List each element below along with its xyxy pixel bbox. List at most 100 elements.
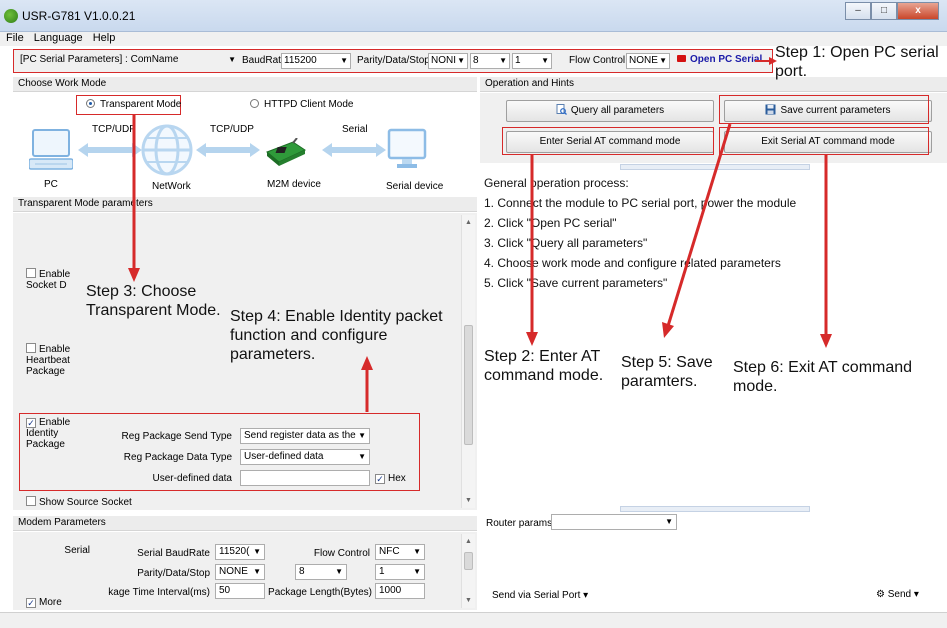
reg-data-type-select[interactable]: User-defined data ▼ (240, 449, 370, 465)
parity-select[interactable]: NONI ▼ (428, 53, 468, 69)
step6-text: Step 6: Exit AT command mode. (733, 359, 913, 395)
router-params-select[interactable]: ▼ (551, 514, 677, 530)
show-source-checkbox[interactable]: Show Source Socket (26, 496, 132, 508)
modem-baud-select[interactable]: 11520( ▼ (215, 544, 265, 560)
chevron-down-icon: ▼ (413, 547, 421, 556)
chevron-down-icon: ▼ (541, 56, 549, 65)
modem-parity-label: Parity/Data/Stop (137, 568, 210, 579)
hex-label: Hex (388, 473, 406, 484)
com-port-select[interactable]: [PC Serial Parameters] : ComName ▼ (18, 53, 238, 69)
tcp-udp-label-2: TCP/UDP (210, 124, 254, 135)
checkbox-icon (26, 343, 36, 353)
modem-baud-value: 11520( (219, 546, 250, 557)
menu-language[interactable]: Language (34, 32, 83, 44)
baud-value: 115200 (284, 55, 317, 66)
flow-value: NONE (629, 55, 658, 66)
checkbox-icon (26, 268, 36, 278)
modem-parity-value: NONE (219, 566, 248, 577)
menu-file[interactable]: File (6, 32, 24, 44)
data-bits-value: 8 (473, 55, 479, 66)
step4-text: Step 4: Enable Identity packet function … (230, 308, 443, 363)
minimize-button[interactable]: – (845, 2, 871, 20)
baud-label: BaudRate (242, 55, 287, 66)
send-button[interactable]: ⚙ Send ▾ (876, 589, 919, 600)
scrollbar-thumb[interactable] (464, 325, 473, 445)
hint-line: 1. Connect the module to PC serial port,… (484, 196, 797, 210)
close-button[interactable]: x (897, 2, 939, 20)
pc-serial-toolbar: [PC Serial Parameters] : ComName ▼ BaudR… (13, 49, 773, 73)
enable-heartbeat-checkbox[interactable]: Enable Heartbeat Package (26, 343, 86, 377)
com-port-label: [PC Serial Parameters] : ComName (20, 54, 179, 65)
chevron-down-icon: ▾ (913, 589, 919, 600)
modem-params-scrollbar[interactable]: ▲ ▼ (461, 534, 475, 608)
modem-parity-select[interactable]: NONE ▼ (215, 564, 265, 580)
save-button-highlight (719, 95, 929, 124)
transparent-params-scrollbar[interactable]: ▲ ▼ (461, 215, 475, 508)
modem-flow-label: Flow Control (313, 548, 370, 559)
send-icon: ⚙ (876, 589, 885, 600)
stop-bits-select[interactable]: 1 ▼ (512, 53, 552, 69)
double-arrow-icon (196, 143, 260, 157)
transparent-params-header: Transparent Mode parameters (13, 197, 477, 212)
hint-line: General operation process: (484, 176, 629, 190)
chevron-down-icon: ▼ (253, 567, 261, 576)
chevron-down-icon: ▼ (335, 567, 343, 576)
open-pc-serial-button[interactable]: Open PC Serial (677, 54, 762, 65)
splitter-handle[interactable] (620, 164, 810, 170)
send-via-label: Send via Serial Port (492, 590, 581, 601)
m2m-device-icon (266, 138, 307, 166)
enter-at-button-highlight (502, 127, 714, 155)
send-via-serial-dropdown[interactable]: Send via Serial Port ▾ (492, 590, 588, 601)
serial-device-label: Serial device (386, 181, 444, 192)
chevron-down-icon: ▼ (228, 55, 236, 64)
modem-params-header: Modem Parameters (13, 516, 477, 531)
enable-socket-checkbox[interactable]: Enable Socket D (26, 268, 86, 291)
hex-checkbox[interactable]: ✓ Hex (375, 473, 406, 484)
pc-icon (29, 129, 73, 170)
double-arrow-icon (322, 143, 386, 157)
query-all-button[interactable]: Query all parameters (506, 100, 714, 122)
flow-select[interactable]: NONE ▼ (626, 53, 670, 69)
modem-flow-value: NFC (379, 546, 400, 557)
enable-identity-checkbox[interactable]: ✓ Enable Identity Package (26, 417, 86, 450)
modem-flow-select[interactable]: NFC ▼ (375, 544, 425, 560)
hint-line: 4. Choose work mode and configure relate… (484, 256, 781, 270)
modem-serial-label: Serial (64, 545, 90, 556)
modem-data-select[interactable]: 8 ▼ (295, 564, 347, 580)
hint-line: 2. Click "Open PC serial" (484, 216, 617, 230)
radio-empty-icon (250, 99, 259, 108)
pc-label: PC (44, 179, 58, 190)
baud-select[interactable]: 115200 ▼ (281, 53, 351, 69)
modem-stop-value: 1 (379, 566, 385, 577)
step1-annotation: Step 1: Open PC serial port. (775, 43, 945, 81)
serial-label: Serial (342, 124, 368, 135)
send-label: Send (887, 589, 912, 600)
query-all-label: Query all parameters (570, 105, 665, 116)
open-pc-serial-label: Open PC Serial (690, 54, 763, 65)
httpd-mode-label: HTTPD Client Mode (264, 99, 354, 110)
modem-interval-input[interactable]: 50 (215, 583, 265, 599)
checkmark-icon: ✓ (26, 598, 36, 608)
modem-stop-select[interactable]: 1 ▼ (375, 564, 425, 580)
data-bits-select[interactable]: 8 ▼ (470, 53, 510, 69)
stop-icon (677, 55, 686, 62)
reg-send-type-label: Reg Package Send Type (121, 431, 232, 442)
step3-annotation: Step 3: Choose Transparent Mode. (86, 282, 226, 320)
globe-icon (141, 124, 193, 176)
reg-send-type-select[interactable]: Send register data as the ▼ (240, 428, 370, 444)
transparent-mode-label: Transparent Mode (100, 99, 182, 110)
transparent-mode-radio[interactable]: Transparent Mode (86, 99, 181, 110)
step3-text: Step 3: Choose Transparent Mode. (86, 283, 221, 319)
splitter-handle[interactable] (620, 506, 810, 512)
user-defined-data-input[interactable] (240, 470, 370, 486)
show-source-label: Show Source Socket (39, 497, 132, 508)
more-checkbox[interactable]: ✓ More (26, 597, 62, 608)
scrollbar-thumb[interactable] (464, 552, 473, 570)
scroll-up-icon: ▲ (465, 219, 472, 226)
maximize-button[interactable]: □ (871, 2, 897, 20)
httpd-mode-radio[interactable]: HTTPD Client Mode (250, 99, 353, 110)
modem-length-input[interactable]: 1000 (375, 583, 425, 599)
chevron-down-icon: ▼ (413, 567, 421, 576)
modem-length-label: Package Length(Bytes) (268, 587, 372, 598)
menu-help[interactable]: Help (93, 32, 116, 44)
